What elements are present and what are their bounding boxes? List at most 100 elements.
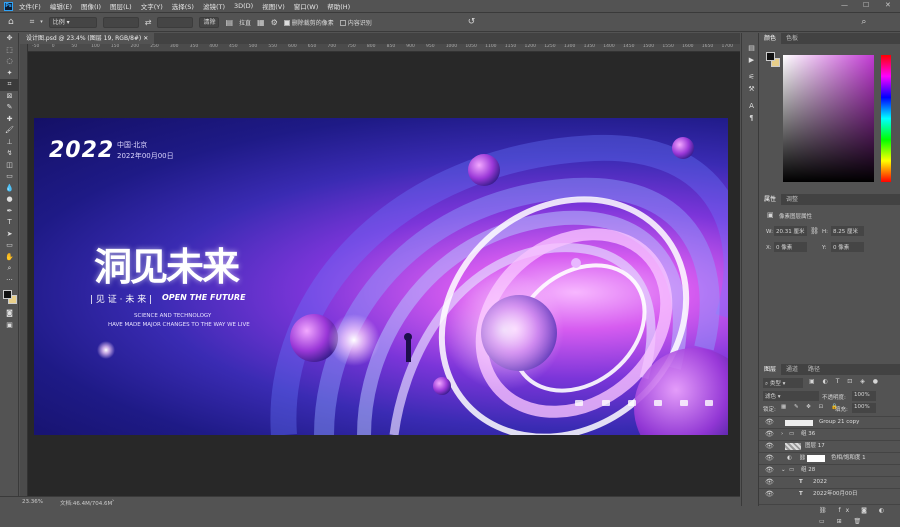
overlay-grid-icon[interactable]: ▦ <box>257 18 265 27</box>
poster-artwork[interactable]: 2022 中国·北京 2022年00月00日 洞见未来 | 见 证 · 未 来 … <box>34 118 728 435</box>
tab-paths[interactable]: 路径 <box>803 364 825 375</box>
shape-tool-icon[interactable]: ▭ <box>0 240 19 252</box>
link-icon[interactable]: ⛓ <box>810 227 819 235</box>
close-tab-icon[interactable]: ✕ <box>143 35 148 42</box>
y-field[interactable]: 0 像素 <box>831 242 864 252</box>
tab-color[interactable]: 颜色 <box>759 33 782 44</box>
blend-mode-select[interactable]: 滤色 ▾ <box>763 391 819 401</box>
straighten-label[interactable]: 拉直 <box>239 18 251 27</box>
document-tab[interactable]: 设计图.psd @ 23.4% (图层 19, RGB/8#) ✕ <box>20 33 155 44</box>
menu-window[interactable]: 窗口(W) <box>294 1 319 11</box>
ratio-select[interactable]: 比例 ▾ <box>48 16 97 28</box>
minimize-icon[interactable]: — <box>841 1 848 9</box>
lasso-tool-icon[interactable]: ◌ <box>0 56 19 68</box>
fill-field[interactable]: 100% <box>852 403 876 413</box>
eraser-tool-icon[interactable]: ◫ <box>0 160 19 172</box>
menu-3d[interactable]: 3D(D) <box>234 2 253 10</box>
clear-button[interactable]: 清除 <box>199 16 220 28</box>
height-field[interactable]: 8.25 厘米 <box>831 226 864 236</box>
layer-row[interactable]: 👁 T 2022 <box>759 476 900 488</box>
layer-name[interactable]: 组 28 <box>801 465 815 476</box>
layer-filter-icons[interactable]: ▣ ◐ T ⊡ ◈ ● <box>809 378 881 385</box>
eye-icon[interactable]: 👁 <box>765 477 774 488</box>
opacity-field[interactable]: 100% <box>852 391 876 401</box>
blur-tool-icon[interactable]: 💧 <box>0 183 19 195</box>
layer-name[interactable]: 2022年00月00日 <box>813 489 858 500</box>
zoom-tool-icon[interactable]: ⌕ <box>0 263 19 275</box>
tab-channels[interactable]: 通道 <box>781 364 803 375</box>
straighten-icon[interactable]: ▤ <box>225 18 233 27</box>
close-icon[interactable]: ✕ <box>885 1 891 9</box>
layer-row[interactable]: 👁 图层 17 <box>759 440 900 452</box>
chevron-down-icon[interactable]: ⌄ <box>781 465 786 476</box>
reset-icon[interactable]: ↺ <box>468 17 476 27</box>
ratio-width-input[interactable] <box>102 16 139 28</box>
layer-name[interactable]: 2022 <box>813 477 827 488</box>
eye-icon[interactable]: 👁 <box>765 441 774 452</box>
move-tool-icon[interactable]: ✥ <box>0 33 19 45</box>
foreground-color-swatch[interactable] <box>766 52 775 61</box>
x-field[interactable]: 0 像素 <box>774 242 807 252</box>
layer-row[interactable]: 👁 ◐ ⛓ 色相/饱和度 1 <box>759 452 900 464</box>
eyedropper-tool-icon[interactable]: ✎ <box>0 102 19 114</box>
type-tool-icon[interactable]: T <box>0 217 19 229</box>
menu-help[interactable]: 帮助(H) <box>327 1 350 11</box>
eye-icon[interactable]: 👁 <box>765 489 774 500</box>
clone-stamp-tool-icon[interactable]: ⊥ <box>0 137 19 149</box>
layer-row[interactable]: 👁 › ▭ 组 36 <box>759 428 900 440</box>
brush-tool-icon[interactable]: 🖌 <box>0 125 19 137</box>
layer-row[interactable]: 👁 Group 21 copy <box>759 416 900 428</box>
menu-edit[interactable]: 编辑(E) <box>50 1 72 11</box>
eye-icon[interactable]: 👁 <box>765 417 774 428</box>
horizontal-ruler[interactable]: -50 0 50 100 150 200 250 300 350 400 450 500 550 600 6… <box>28 44 740 52</box>
chevron-right-icon[interactable]: › <box>112 498 114 504</box>
chevron-right-icon[interactable]: › <box>781 429 783 440</box>
crop-tool-icon[interactable]: ⌗ <box>0 79 19 91</box>
history-brush-tool-icon[interactable]: ↯ <box>0 148 19 160</box>
hand-tool-icon[interactable]: ✋ <box>0 252 19 264</box>
menu-layer[interactable]: 图层(L) <box>110 1 132 11</box>
zoom-level[interactable]: 23.36% <box>22 499 43 505</box>
chevron-down-icon[interactable]: ▾ <box>40 19 43 25</box>
layer-row[interactable]: 👁 T 2022年00月00日 <box>759 488 900 500</box>
layer-name[interactable]: 组 36 <box>801 429 815 440</box>
gradient-tool-icon[interactable]: ▭ <box>0 171 19 183</box>
eye-icon[interactable]: 👁 <box>765 465 774 476</box>
menu-file[interactable]: 文件(F) <box>19 1 41 11</box>
maximize-icon[interactable]: ☐ <box>863 1 869 9</box>
menu-type[interactable]: 文字(Y) <box>141 1 163 11</box>
menu-select[interactable]: 选择(S) <box>172 1 194 11</box>
content-aware-checkbox[interactable]: 内容识别 <box>339 18 372 27</box>
screen-mode-icon[interactable]: ▣ <box>0 320 19 332</box>
foreground-color-swatch[interactable] <box>3 290 12 299</box>
marquee-tool-icon[interactable]: ⬚ <box>0 45 19 57</box>
tab-properties[interactable]: 属性 <box>759 194 782 205</box>
layer-name[interactable]: 色相/饱和度 1 <box>831 453 866 464</box>
width-field[interactable]: 20.31 厘米 <box>774 226 807 236</box>
magic-wand-tool-icon[interactable]: ✦ <box>0 68 19 80</box>
tab-swatches[interactable]: 色板 <box>781 33 803 44</box>
home-icon[interactable]: ⌂ <box>8 17 14 27</box>
frame-tool-icon[interactable]: ⊠ <box>0 91 19 103</box>
color-picker-field[interactable] <box>783 55 874 182</box>
layer-name[interactable]: Group 21 copy <box>819 417 859 428</box>
menu-view[interactable]: 视图(V) <box>262 1 285 11</box>
tab-adjustments[interactable]: 调整 <box>781 194 803 205</box>
lock-icons[interactable]: ▦ ✎ ✥ ⊡ 🔒 <box>781 404 841 410</box>
crop-tool-icon[interactable]: ⌗ <box>30 17 35 27</box>
layer-row[interactable]: 👁 ⌄ ▭ 组 28 <box>759 464 900 476</box>
menu-filter[interactable]: 滤镜(T) <box>203 1 225 11</box>
pen-tool-icon[interactable]: ✒ <box>0 206 19 218</box>
layer-name[interactable]: 图层 17 <box>805 441 825 452</box>
hue-slider[interactable] <box>881 55 891 182</box>
dodge-tool-icon[interactable]: ● <box>0 194 19 206</box>
more-tools-icon[interactable]: ··· <box>0 275 19 287</box>
color-swatches[interactable] <box>0 286 18 308</box>
ratio-height-input[interactable] <box>157 16 194 28</box>
eye-icon[interactable]: 👁 <box>765 429 774 440</box>
quick-mask-icon[interactable]: ◙ <box>0 308 19 320</box>
gear-icon[interactable]: ⚙ <box>271 18 278 27</box>
healing-brush-tool-icon[interactable]: ✚ <box>0 114 19 126</box>
vertical-ruler[interactable] <box>20 44 28 496</box>
menu-image[interactable]: 图像(I) <box>81 1 101 11</box>
